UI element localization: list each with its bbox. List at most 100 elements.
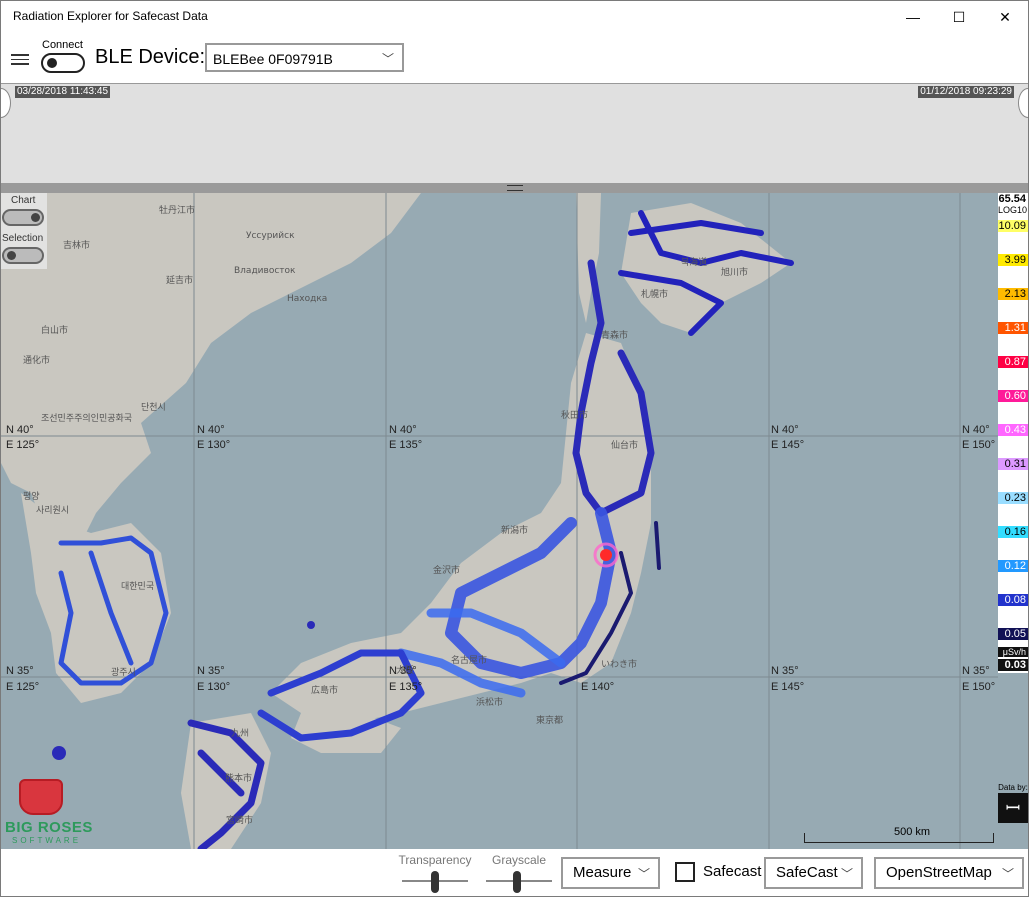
legend-tick: 0.23: [998, 492, 1028, 504]
place-label: 名古屋市: [451, 654, 487, 666]
panel-splitter[interactable]: [1, 183, 1028, 193]
connect-label: Connect: [42, 39, 83, 51]
place-label: 旭川市: [721, 266, 748, 278]
track-offshore: [654, 521, 661, 570]
grid-label-e140: E 140°: [581, 681, 614, 693]
chart-toggle[interactable]: [2, 209, 44, 226]
grid-label-n40: N 40°: [389, 424, 417, 436]
chart-label: Chart: [11, 195, 36, 206]
legend-tick: 1.31: [998, 322, 1028, 334]
title-bar: Radiation Explorer for Safecast Data — ☐…: [1, 1, 1028, 33]
legend-scale: LOG10: [998, 205, 1028, 215]
legend-tick: 0.43: [998, 424, 1028, 436]
timeline-panel[interactable]: 03/28/2018 11:43:45 01/12/2018 09:23:29: [1, 83, 1028, 183]
minimize-button[interactable]: —: [890, 1, 936, 33]
place-label: 단천시: [141, 402, 166, 413]
app-window: Radiation Explorer for Safecast Data — ☐…: [0, 0, 1029, 897]
grid-label-n40: N 40°: [771, 424, 799, 436]
place-label: 吉林市: [63, 239, 90, 251]
place-label: 사리원시: [36, 505, 69, 516]
grid-label-e125: E 125°: [6, 681, 39, 693]
map-toggle-panel: Chart Selection: [1, 193, 47, 269]
grid-label-e125: E 125°: [6, 439, 39, 451]
place-label: 광주시: [111, 666, 136, 678]
connect-toggle[interactable]: [41, 53, 85, 73]
hamburger-menu-icon[interactable]: [11, 51, 33, 67]
grid-label-n35: N 35°: [771, 665, 799, 677]
timeline-start-handle[interactable]: [1, 88, 11, 118]
data-by-label: Data by:: [998, 783, 1028, 792]
place-label: Владивосток: [234, 266, 296, 276]
place-label: 浜松市: [476, 696, 503, 708]
selection-label: Selection: [2, 233, 44, 244]
source-select[interactable]: SafeCast ﹀: [764, 857, 863, 889]
place-label: 九州: [231, 728, 249, 739]
grid-label-n35: N 35°: [6, 665, 34, 677]
scale-bar: 500 km: [804, 825, 994, 845]
place-label: 金沢市: [433, 564, 460, 576]
fukushima-hotspot: [600, 549, 612, 561]
transparency-thumb[interactable]: [431, 871, 439, 893]
legend-tick: 0.60: [998, 390, 1028, 402]
transparency-label: Transparency: [398, 853, 472, 867]
transparency-slider[interactable]: Transparency: [398, 849, 472, 896]
grayscale-slider[interactable]: Grayscale: [482, 849, 556, 896]
basemap-value: OpenStreetMap: [886, 864, 992, 881]
basemap-select[interactable]: OpenStreetMap ﹀: [874, 857, 1024, 889]
source-value: SafeCast: [776, 864, 838, 881]
scale-line: [804, 833, 994, 843]
map-view[interactable]: N 40° E 125° N 40° E 130° N 40° E 135° N…: [1, 193, 1028, 849]
grid-label-e145: E 145°: [771, 681, 804, 693]
radiation-legend: 65.54 LOG10 10.09 3.99 2.13 1.31 0.87 0.…: [998, 193, 1028, 673]
place-label: Уссурийск: [246, 231, 295, 241]
maximize-button[interactable]: ☐: [936, 1, 982, 33]
big-roses-logo: BIG ROSES SOFTWARE: [5, 779, 109, 847]
place-label: 通化市: [23, 354, 50, 366]
legend-tick: 0.31: [998, 458, 1028, 470]
measure-select[interactable]: Measure ﹀: [561, 857, 660, 889]
ble-device-select[interactable]: BLEBee 0F09791B ﹀: [205, 43, 404, 72]
place-label: 青森市: [601, 329, 628, 341]
legend-tick: 0.12: [998, 560, 1028, 572]
map-canvas[interactable]: N 40° E 125° N 40° E 130° N 40° E 135° N…: [1, 193, 1028, 849]
safecast-checkbox[interactable]: [675, 862, 695, 882]
place-label: 延吉市: [166, 274, 193, 286]
legend-tick: 3.99: [998, 254, 1028, 266]
track-dot: [52, 746, 66, 760]
place-label: 東京都: [536, 714, 563, 726]
safecast-logo: ꟷ: [998, 793, 1028, 823]
rose-icon: [19, 779, 63, 815]
grid-label-n40: N 40°: [6, 424, 34, 436]
grip-icon: [507, 185, 523, 191]
legend-tick: 0.05: [998, 628, 1028, 640]
legend-tick: 0.16: [998, 526, 1028, 538]
grid-label-e130: E 130°: [197, 439, 230, 451]
chevron-down-icon: ﹀: [840, 867, 853, 881]
place-label: 札幌市: [641, 288, 668, 300]
timeline-end-handle[interactable]: [1018, 88, 1028, 118]
grid-label-e135: E 135°: [389, 439, 422, 451]
place-label: 秋田市: [561, 409, 588, 421]
grayscale-thumb[interactable]: [513, 871, 521, 893]
ble-device-value: BLEBee 0F09791B: [213, 51, 333, 67]
selection-toggle[interactable]: [2, 247, 44, 264]
timeline-start-label: 03/28/2018 11:43:45: [15, 86, 111, 98]
attribution: Data by: ꟷ: [997, 783, 1028, 829]
legend-max: 65.54: [998, 193, 1026, 205]
place-label: 大阪: [396, 664, 414, 676]
place-label: 牡丹江市: [159, 204, 195, 216]
place-label: 白山市: [41, 324, 68, 336]
legend-tick: 0.08: [998, 594, 1028, 606]
legend-min: 0.03: [998, 659, 1028, 671]
place-label: Находка: [287, 294, 327, 304]
close-button[interactable]: ✕: [982, 1, 1028, 33]
legend-tick: 0.87: [998, 356, 1028, 368]
place-label: いわき市: [601, 658, 637, 670]
grid-label-n35: N 35°: [197, 665, 225, 677]
grayscale-label: Grayscale: [491, 853, 547, 867]
place-label: 대한민국: [121, 581, 154, 592]
place-label: 조선민주주의인민공화국: [41, 413, 132, 424]
grid-label-n40: N 40°: [962, 424, 990, 436]
grid-label-e135: E 135°: [389, 681, 422, 693]
safecast-checkbox-label: Safecast: [703, 863, 762, 880]
